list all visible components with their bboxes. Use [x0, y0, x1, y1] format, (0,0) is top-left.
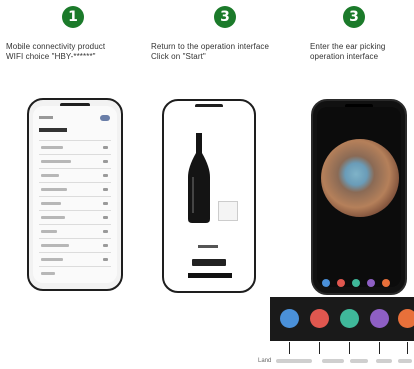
color-swatch-teal[interactable] [340, 309, 359, 328]
color-dot-icon[interactable] [367, 279, 375, 287]
footer-blurred-label [322, 359, 344, 363]
step-3-line-2: operation interface [310, 52, 379, 61]
callout-tick [407, 342, 408, 354]
step-1-badge: 1 [62, 6, 84, 28]
step-2-caption: Return to the operation interface Click … [151, 42, 269, 62]
step-3-number: 3 [349, 9, 359, 25]
wifi-signal-icon [103, 202, 108, 205]
color-dot-icon[interactable] [322, 279, 330, 287]
bottle-icon [188, 133, 210, 223]
callout-tick [349, 342, 350, 354]
color-swatch-blue[interactable] [280, 309, 299, 328]
footer-blurred-label [376, 359, 392, 363]
wifi-signal-icon [103, 160, 108, 163]
step-1-line-1: Mobile connectivity product [6, 42, 106, 51]
wifi-signal-icon [103, 244, 108, 247]
callout-tick [379, 342, 380, 354]
start-screen [168, 107, 250, 285]
wifi-signal-icon [103, 216, 108, 219]
step-2-line-1: Return to the operation interface [151, 42, 270, 51]
step-1-line-2: WIFI choice "HBY-******" [6, 52, 96, 61]
footer-blurred-label [398, 359, 412, 363]
footer-blurred-label [276, 359, 312, 363]
wifi-signal-icon [103, 146, 108, 149]
wifi-signal-icon [103, 230, 108, 233]
step-2-line-2: Click on "Start" [151, 52, 206, 61]
color-dot-icon[interactable] [382, 279, 390, 287]
callout-tick [289, 342, 290, 354]
start-button[interactable] [192, 259, 226, 266]
phone-start-screen [162, 99, 256, 293]
step-2-number: 3 [220, 9, 230, 25]
phone-ear-camera [311, 99, 407, 295]
wifi-toggle[interactable] [100, 115, 110, 121]
step-3-caption: Enter the ear picking operation interfac… [310, 42, 385, 62]
step-3-badge: 3 [343, 6, 365, 28]
step-1-number: 1 [68, 9, 78, 25]
ear-camera-view-icon [321, 139, 399, 217]
step-2-badge: 3 [214, 6, 236, 28]
color-palette-bar [270, 297, 414, 341]
color-swatch-red[interactable] [310, 309, 329, 328]
step-1-caption: Mobile connectivity product WIFI choice … [6, 42, 105, 62]
wifi-signal-icon [103, 174, 108, 177]
color-dot-icon[interactable] [352, 279, 360, 287]
footer-label: Land [258, 358, 272, 364]
footer-blurred-label [350, 359, 368, 363]
wifi-signal-icon [103, 188, 108, 191]
callout-tick [319, 342, 320, 354]
color-swatch-orange[interactable] [398, 309, 414, 328]
device-box [218, 201, 238, 221]
color-dot-icon[interactable] [337, 279, 345, 287]
wifi-settings-screen [33, 106, 117, 283]
ear-camera-screen [317, 107, 401, 287]
phone-wifi-settings [27, 98, 123, 291]
color-swatch-purple[interactable] [370, 309, 389, 328]
step-3-line-1: Enter the ear picking [310, 42, 386, 51]
wifi-signal-icon [103, 258, 108, 261]
